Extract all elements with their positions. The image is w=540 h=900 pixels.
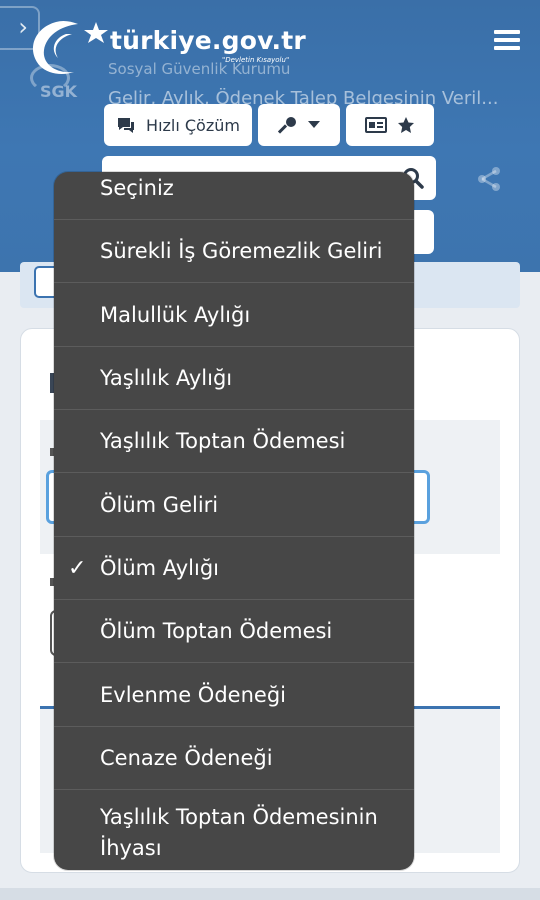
star-icon (398, 117, 414, 133)
option-label: Malullük Aylığı (100, 302, 251, 327)
option-label: Seçiniz (100, 175, 174, 200)
option-olum-ayligi[interactable]: ✓ Ölüm Aylığı (54, 537, 414, 600)
hamburger-icon[interactable] (494, 30, 520, 52)
option-label: Yaşlılık Aylığı (100, 366, 233, 390)
option-surekli-is-goremezlik-geliri[interactable]: Sürekli İş Göremezlik Geliri (54, 220, 414, 283)
option-olum-toptan-odemesi[interactable]: Ölüm Toptan Ödemesi (54, 600, 414, 663)
option-yaslilik-ayligi[interactable]: Yaşlılık Aylığı (54, 347, 414, 410)
sgk-logo: SGK (28, 64, 86, 106)
login-options-button[interactable] (258, 104, 340, 146)
share-icon[interactable] (476, 166, 502, 192)
favorites-button[interactable] (346, 104, 434, 146)
key-icon (278, 117, 296, 134)
option-label: Ölüm Toptan Ödemesi (100, 619, 333, 643)
institution-name: Sosyal Güvenlik Kurumu (108, 60, 291, 78)
option-evlenme-odenegi[interactable]: Evlenme Ödeneği (54, 663, 414, 727)
option-label: Ölüm Aylığı (100, 556, 220, 580)
option-seciniz[interactable]: Seçiniz (54, 172, 414, 220)
option-yaslilik-toptan-odemesi[interactable]: Yaşlılık Toptan Ödemesi (54, 410, 414, 473)
option-olum-geliri[interactable]: Ölüm Geliri (54, 473, 414, 537)
option-label: Yaşlılık Toptan Ödemesi (100, 429, 346, 453)
quick-solution-label: Hızlı Çözüm (146, 115, 240, 135)
option-yaslilik-toptan-odemesinin-ihyasi[interactable]: Yaşlılık Toptan Ödemesinin İhyası (54, 790, 414, 870)
chat-icon (118, 118, 135, 133)
option-label: Evlenme Ödeneği (100, 682, 286, 707)
option-cenaze-odenegi[interactable]: Cenaze Ödeneği (54, 727, 414, 790)
select-options-menu: Seçiniz Sürekli İş Göremezlik Geliri Mal… (54, 172, 414, 870)
option-label: Cenaze Ödeneği (100, 746, 273, 770)
logo-text: türkiye.gov.tr (110, 26, 306, 55)
sgk-abbr: SGK (40, 82, 78, 101)
id-card-icon (365, 117, 387, 133)
option-label: Sürekli İş Göremezlik Geliri (100, 239, 383, 263)
checkmark-icon: ✓ (68, 555, 87, 581)
page-footer (0, 888, 540, 900)
option-label: Ölüm Geliri (100, 492, 219, 517)
quick-solution-button[interactable]: Hızlı Çözüm (104, 104, 252, 146)
option-label: Yaşlılık Toptan Ödemesinin İhyası (100, 805, 378, 860)
option-malulluk-ayligi[interactable]: Malullük Aylığı (54, 283, 414, 347)
caret-down-icon (308, 121, 320, 128)
